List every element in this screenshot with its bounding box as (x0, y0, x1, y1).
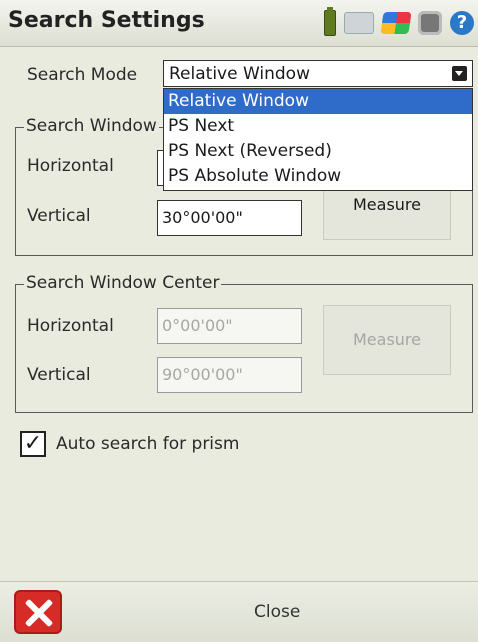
battery-icon[interactable] (324, 7, 336, 36)
search-window-title: Search Window (24, 116, 159, 136)
search-window-vertical-label: Vertical (27, 206, 91, 226)
search-mode-value: Relative Window (169, 64, 310, 84)
close-button[interactable]: Close (254, 602, 300, 622)
dropdown-option-ps-absolute-window[interactable]: PS Absolute Window (164, 164, 472, 189)
windows-start-icon[interactable] (380, 12, 412, 34)
center-horizontal-field[interactable]: 0°00'00" (157, 308, 302, 344)
search-window-center-title: Search Window Center (24, 273, 222, 293)
search-mode-label: Search Mode (27, 65, 138, 85)
auto-search-checkbox[interactable]: ✓ (20, 431, 46, 457)
close-icon[interactable] (14, 590, 62, 634)
apps-icon[interactable] (418, 11, 442, 35)
bottom-bar: Close (0, 581, 478, 642)
search-mode-dropdown: Relative Window PS Next PS Next (Reverse… (163, 88, 473, 191)
title-bar: Search Settings ? (0, 0, 478, 47)
chevron-down-icon[interactable] (452, 66, 467, 81)
search-mode-select[interactable]: Relative Window (163, 60, 473, 87)
dropdown-option-ps-next-reversed[interactable]: PS Next (Reversed) (164, 139, 472, 164)
keyboard-icon[interactable] (344, 12, 374, 34)
page-title: Search Settings (8, 8, 205, 33)
dropdown-option-ps-next[interactable]: PS Next (164, 114, 472, 139)
search-window-horizontal-label: Horizontal (27, 156, 114, 176)
center-measure-button[interactable]: Measure (323, 305, 451, 375)
search-window-vertical-field[interactable]: 30°00'00" (157, 200, 302, 236)
center-horizontal-label: Horizontal (27, 316, 114, 336)
system-tray: ? (324, 7, 474, 36)
dropdown-option-relative-window[interactable]: Relative Window (164, 89, 472, 114)
help-icon[interactable]: ? (450, 11, 474, 35)
center-vertical-field[interactable]: 90°00'00" (157, 357, 302, 393)
center-vertical-label: Vertical (27, 365, 91, 385)
auto-search-label: Auto search for prism (56, 434, 240, 454)
